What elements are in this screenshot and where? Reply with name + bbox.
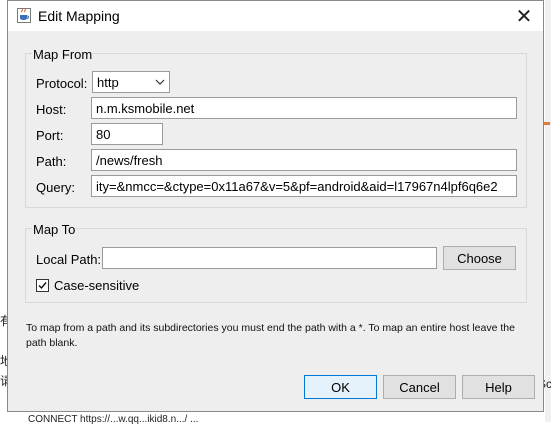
protocol-label: Protocol: bbox=[36, 76, 88, 91]
path-input[interactable] bbox=[91, 149, 517, 171]
host-input[interactable] bbox=[91, 97, 517, 119]
ok-button[interactable]: OK bbox=[304, 375, 377, 399]
java-cup-icon bbox=[17, 8, 31, 23]
protocol-value: http bbox=[97, 75, 119, 90]
map-from-title: Map From bbox=[32, 47, 94, 62]
port-input[interactable] bbox=[91, 123, 163, 145]
local-path-label: Local Path: bbox=[36, 252, 102, 267]
dialog-title: Edit Mapping bbox=[38, 8, 120, 24]
query-label: Query: bbox=[36, 180, 76, 195]
protocol-select[interactable]: http bbox=[92, 71, 170, 93]
path-label: Path: bbox=[36, 154, 67, 169]
help-button[interactable]: Help bbox=[462, 375, 535, 399]
title-bar: Edit Mapping ✕ bbox=[8, 1, 543, 31]
cancel-button[interactable]: Cancel bbox=[383, 375, 456, 399]
background-window-edge bbox=[545, 0, 551, 422]
case-sensitive-checkbox[interactable] bbox=[36, 279, 49, 292]
background-marker bbox=[544, 122, 550, 125]
chevron-down-icon bbox=[155, 79, 165, 85]
edit-mapping-dialog: Edit Mapping ✕ Map From Protocol: http H… bbox=[7, 0, 544, 412]
host-label: Host: bbox=[36, 102, 67, 117]
choose-button[interactable]: Choose bbox=[443, 246, 516, 270]
local-path-input[interactable] bbox=[102, 247, 437, 269]
map-to-title: Map To bbox=[32, 222, 77, 237]
mapping-hint-text: To map from a path and its subdirectorie… bbox=[26, 322, 515, 349]
checkmark-icon bbox=[38, 282, 47, 290]
port-label: Port: bbox=[36, 128, 64, 143]
background-request-row: CONNECT https://...w.qq...ikid8.n.../ ..… bbox=[28, 414, 199, 425]
close-button[interactable]: ✕ bbox=[505, 1, 543, 31]
query-input[interactable] bbox=[91, 175, 517, 197]
case-sensitive-label: Case-sensitive bbox=[54, 278, 140, 293]
close-icon: ✕ bbox=[515, 5, 533, 28]
